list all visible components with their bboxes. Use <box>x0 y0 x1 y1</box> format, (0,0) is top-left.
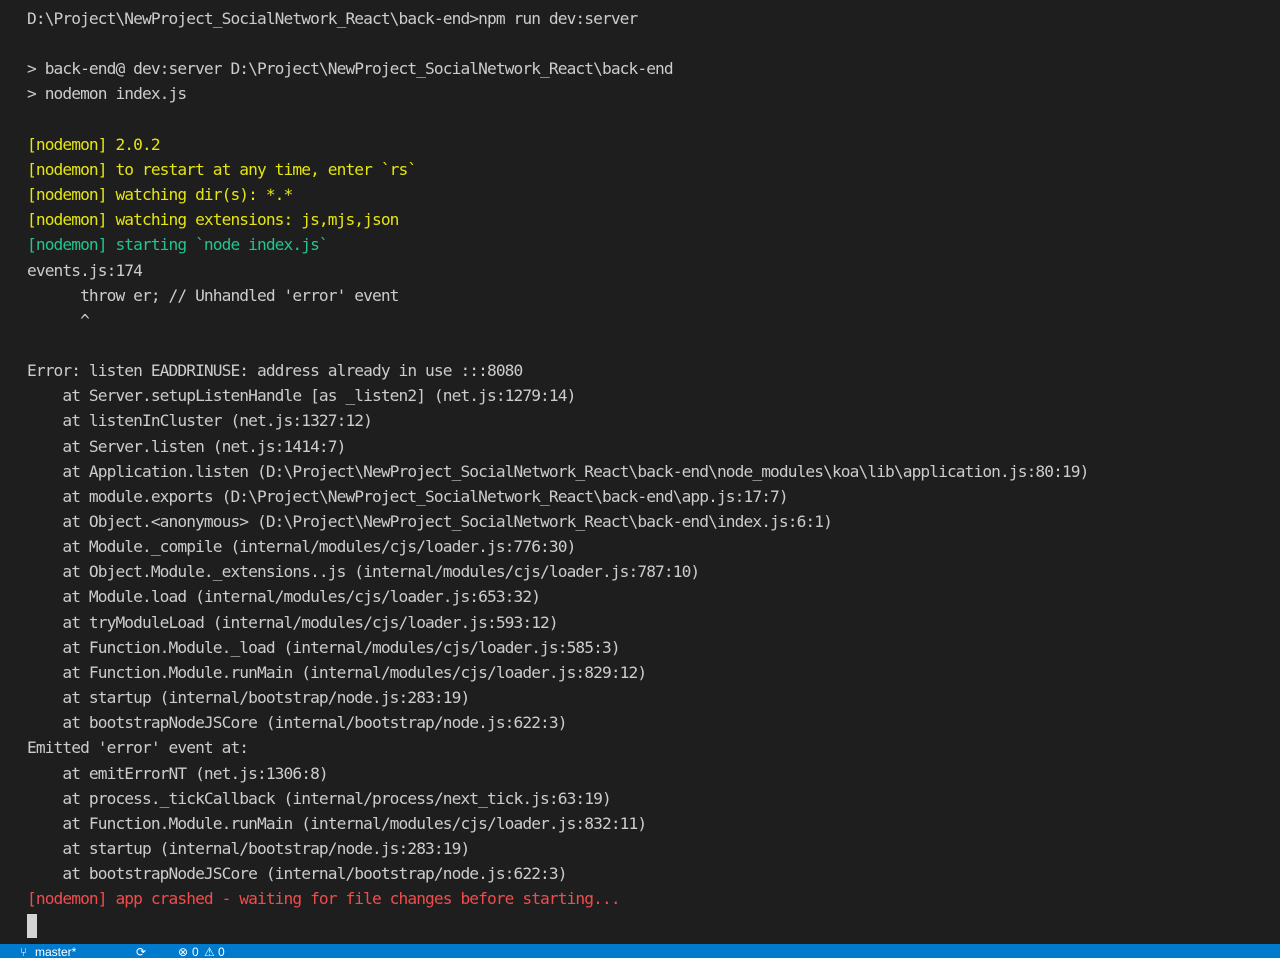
warning-triangle-icon[interactable]: ⚠ <box>204 945 215 958</box>
terminal-panel[interactable]: D:\Project\NewProject_SocialNetwork_Reac… <box>0 0 1280 944</box>
terminal-line: ^ <box>27 310 90 330</box>
error-count[interactable]: 0 <box>192 945 199 958</box>
sync-icon[interactable]: ⟳ <box>136 945 146 958</box>
git-branch-label[interactable]: master* <box>35 945 76 958</box>
terminal-cursor <box>27 914 37 938</box>
status-bar: ⑂ master* ⟳ ⊗ 0 ⚠ 0 <box>0 944 1280 958</box>
terminal-line: at startup (internal/bootstrap/node.js:2… <box>27 688 470 707</box>
terminal-line: at Object.<anonymous> (D:\Project\NewPro… <box>27 512 832 531</box>
terminal-line: events.js:174 <box>27 260 143 280</box>
terminal-line: at Module.load (internal/modules/cjs/loa… <box>27 587 541 607</box>
terminal-line: [nodemon] 2.0.2 <box>27 134 161 154</box>
terminal-line: at module.exports (D:\Project\NewProject… <box>27 486 788 506</box>
terminal-line: at Module._compile (internal/modules/cjs… <box>27 537 576 557</box>
terminal-line: at emitErrorNT (net.js:1306:8) <box>27 763 328 783</box>
terminal-line: > nodemon index.js <box>27 84 187 104</box>
terminal-line: at Server.listen (net.js:1414:7) <box>27 436 346 456</box>
terminal-line: D:\Project\NewProject_SocialNetwork_Reac… <box>27 9 638 28</box>
terminal-line: at Application.listen (D:\Project\NewPro… <box>27 461 1089 481</box>
terminal-line: at Function.Module._load (internal/modul… <box>27 637 620 657</box>
terminal-line: at startup (internal/bootstrap/node.js:2… <box>27 838 470 858</box>
source-control-branch-icon[interactable]: ⑂ <box>20 945 27 958</box>
terminal-line: at listenInCluster (net.js:1327:12) <box>27 411 373 431</box>
terminal-line: at Function.Module.runMain (internal/mod… <box>27 662 647 682</box>
terminal-line: at Server.setupListenHandle [as _listen2… <box>27 386 576 406</box>
terminal-line: [nodemon] to restart at any time, enter … <box>27 159 417 179</box>
terminal-line: Emitted 'error' event at: <box>27 738 249 758</box>
terminal-line: at Function.Module.runMain (internal/mod… <box>27 813 647 833</box>
terminal-line: [nodemon] watching extensions: js,mjs,js… <box>27 210 399 230</box>
error-circle-icon[interactable]: ⊗ <box>178 945 188 958</box>
terminal-line: > back-end@ dev:server D:\Project\NewPro… <box>27 59 674 79</box>
terminal-line: at process._tickCallback (internal/proce… <box>27 788 611 808</box>
terminal-line: at tryModuleLoad (internal/modules/cjs/l… <box>27 612 558 632</box>
terminal-line: at bootstrapNodeJSCore (internal/bootstr… <box>27 713 567 733</box>
terminal-line: at Object.Module._extensions..js (intern… <box>27 562 700 582</box>
terminal-line: Error: listen EADDRINUSE: address alread… <box>27 361 523 381</box>
terminal-line: [nodemon] starting `node index.js` <box>27 235 329 255</box>
terminal-line: at bootstrapNodeJSCore (internal/bootstr… <box>27 864 567 884</box>
terminal-line: throw er; // Unhandled 'error' event <box>27 285 399 305</box>
terminal-line: [nodemon] app crashed - waiting for file… <box>27 889 621 909</box>
terminal-line: [nodemon] watching dir(s): *.* <box>27 185 293 204</box>
warning-count[interactable]: 0 <box>218 945 225 958</box>
